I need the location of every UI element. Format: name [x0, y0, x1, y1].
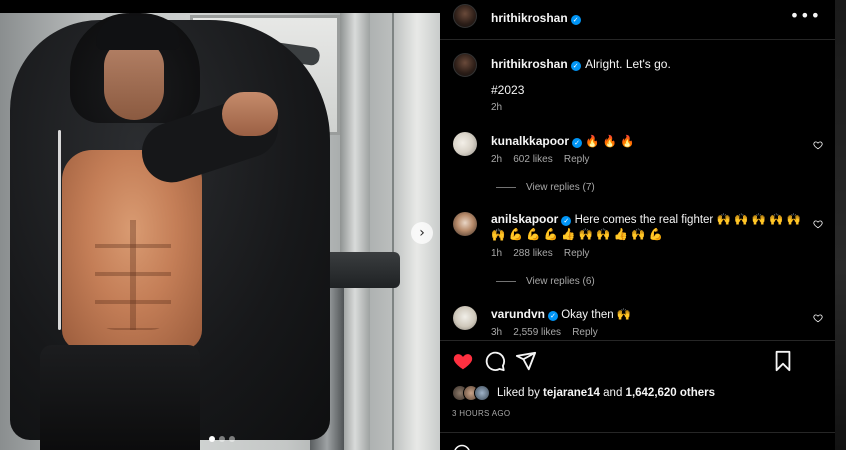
- post-header: hrithikroshan ✓ •••: [440, 0, 835, 40]
- comment-like-icon[interactable]: [813, 219, 823, 229]
- carousel-dot-active: [209, 436, 215, 442]
- comment-username[interactable]: kunalkkapoor: [491, 134, 569, 148]
- photo-frame-post: [340, 13, 370, 450]
- carousel-dot: [219, 436, 225, 442]
- liker-avatar: [474, 385, 490, 401]
- comment-text: Okay then 🙌: [561, 309, 632, 321]
- replies-divider: [496, 281, 516, 282]
- carousel-dot: [229, 436, 235, 442]
- author-username[interactable]: hrithikroshan: [491, 11, 568, 25]
- reply-button[interactable]: Reply: [564, 154, 590, 165]
- reply-button[interactable]: Reply: [564, 248, 590, 259]
- comment-likes[interactable]: 602 likes: [513, 154, 552, 165]
- liked-by-and: and: [603, 387, 623, 399]
- comment-username[interactable]: anilskapoor: [491, 212, 558, 226]
- replies-divider: [496, 187, 516, 188]
- verified-badge-icon: ✓: [561, 216, 572, 226]
- verified-badge-icon: ✓: [548, 311, 559, 321]
- next-image-button[interactable]: ›: [411, 222, 433, 244]
- liked-by-prefix: Liked by: [497, 387, 540, 399]
- add-comment-divider: [440, 432, 835, 433]
- caption-author-avatar[interactable]: [453, 53, 477, 77]
- comment-likes[interactable]: 288 likes: [513, 248, 552, 259]
- background-page-edge: [835, 0, 846, 450]
- commenter-avatar[interactable]: [453, 306, 477, 330]
- photo-pants: [40, 345, 200, 450]
- verified-badge-icon: ✓: [572, 138, 583, 148]
- liked-by-user[interactable]: tejarane14: [543, 387, 600, 399]
- photo-hand: [222, 92, 278, 136]
- verified-badge-icon: ✓: [570, 15, 581, 25]
- post-image[interactable]: ›: [0, 0, 440, 450]
- liked-by-summary: Liked by tejarane14 and 1,642,620 others: [497, 387, 715, 399]
- view-replies-button[interactable]: View replies (7): [496, 182, 595, 193]
- commenter-avatar[interactable]: [453, 132, 477, 156]
- view-replies-button[interactable]: View replies (6): [496, 276, 595, 287]
- heart-filled-icon[interactable]: [452, 350, 474, 372]
- actions-divider: [440, 340, 835, 341]
- photo-cap: [96, 16, 180, 50]
- photo-hoodie-string: [58, 130, 61, 330]
- caption-text: Alright. Let's go.: [585, 57, 671, 71]
- caption-time: 2h: [491, 102, 503, 113]
- view-replies-label: View replies (7): [526, 182, 595, 193]
- caption: hrithikroshan ✓ Alright. Let's go.: [491, 55, 821, 73]
- comment-meta: 1h 288 likes Reply: [491, 248, 589, 259]
- more-horizontal-icon[interactable]: •••: [790, 8, 821, 24]
- verified-badge-icon: ✓: [570, 61, 581, 71]
- comment-icon[interactable]: [484, 350, 506, 372]
- comment-like-icon[interactable]: [813, 313, 823, 323]
- caption-hashtag[interactable]: #2023: [491, 83, 524, 97]
- post-details-panel: hrithikroshan ✓ ••• hrithikroshan ✓ Alrigh…: [440, 0, 835, 450]
- comment-time: 3h: [491, 327, 503, 338]
- image-top-border: [0, 0, 440, 13]
- author-avatar[interactable]: [453, 4, 477, 28]
- send-icon[interactable]: [515, 350, 537, 372]
- view-replies-label: View replies (6): [526, 276, 595, 287]
- author-name-row: hrithikroshan ✓: [491, 9, 581, 27]
- comment-body: kunalkkapoor ✓ 🔥 🔥 🔥: [491, 133, 801, 150]
- commenter-avatar[interactable]: [453, 212, 477, 236]
- reply-button[interactable]: Reply: [572, 327, 598, 338]
- comment-text: 🔥 🔥 🔥: [585, 136, 635, 148]
- photo-face: [104, 40, 164, 120]
- chevron-right-icon: ›: [419, 225, 425, 241]
- liked-by-avatars[interactable]: [452, 385, 492, 401]
- comment-like-icon[interactable]: [813, 140, 823, 150]
- carousel-indicator: [209, 436, 235, 442]
- comment-meta: 2h 602 likes Reply: [491, 154, 589, 165]
- likes-count[interactable]: 1,642,620 others: [626, 387, 716, 399]
- emoji-icon[interactable]: [453, 444, 471, 450]
- bookmark-icon[interactable]: [773, 350, 793, 372]
- photo-abs: [95, 220, 171, 330]
- comment-meta: 3h 2,559 likes Reply: [491, 327, 598, 338]
- comment-likes[interactable]: 2,559 likes: [513, 327, 561, 338]
- comment-text-continued: 🙌 💪 💪 💪 👍 🙌 🙌 👍 🙌 💪: [491, 229, 663, 241]
- comment-username[interactable]: varundvn: [491, 307, 545, 321]
- comment-body: varundvn ✓ Okay then 🙌: [491, 306, 801, 323]
- post-timestamp[interactable]: 3 HOURS AGO: [452, 409, 510, 418]
- comment-time: 1h: [491, 248, 503, 259]
- comment-time: 2h: [491, 154, 503, 165]
- caption-username[interactable]: hrithikroshan: [491, 57, 568, 71]
